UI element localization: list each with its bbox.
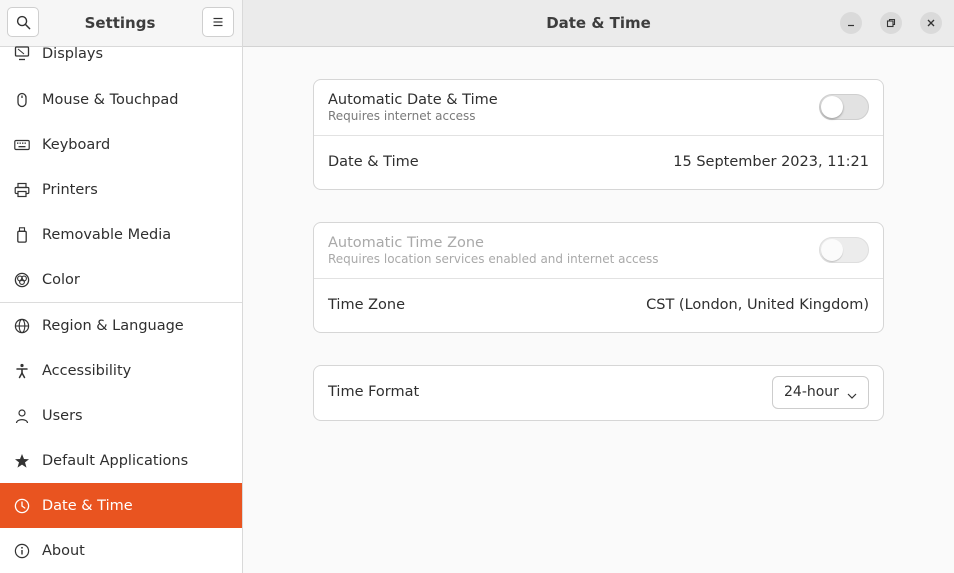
- automatic-date-time-row[interactable]: Automatic Date & Time Requires internet …: [314, 80, 883, 135]
- printer-icon: [14, 182, 30, 198]
- sidebar-item-default-applications[interactable]: Default Applications: [0, 438, 242, 483]
- clock-icon: [14, 498, 30, 514]
- globe-icon: [14, 318, 30, 334]
- sidebar-item-accessibility[interactable]: Accessibility: [0, 348, 242, 393]
- mouse-icon: [14, 92, 30, 108]
- date-time-card: Automatic Date & Time Requires internet …: [313, 79, 884, 190]
- sidebar-item-users[interactable]: Users: [0, 393, 242, 438]
- sidebar-item-label: Date & Time: [42, 497, 133, 514]
- automatic-time-zone-switch: [819, 237, 869, 263]
- sidebar-item-label: Keyboard: [42, 136, 111, 153]
- sidebar-item-label: About: [42, 542, 85, 559]
- switch-knob: [821, 96, 843, 118]
- sidebar-item-label: Accessibility: [42, 362, 132, 379]
- close-icon: [926, 18, 936, 28]
- sidebar-item-label: Displays: [42, 46, 104, 62]
- automatic-date-time-subtitle: Requires internet access: [328, 109, 476, 123]
- sidebar-item-region-language[interactable]: Region & Language: [0, 303, 242, 348]
- search-button[interactable]: [7, 7, 39, 37]
- sidebar-item-label: Region & Language: [42, 317, 184, 334]
- sidebar-item-mouse-touchpad[interactable]: Mouse & Touchpad: [0, 77, 242, 122]
- sidebar-item-displays[interactable]: Displays: [0, 40, 242, 70]
- time-format-row: Time Format 24-hour: [314, 366, 883, 420]
- sidebar-item-label: Mouse & Touchpad: [42, 91, 179, 108]
- restore-icon: [886, 18, 896, 28]
- date-time-value: 15 September 2023, 11:21: [673, 154, 869, 170]
- color-palette-icon: [14, 272, 30, 288]
- minimize-button[interactable]: [840, 12, 862, 34]
- automatic-date-time-title: Automatic Date & Time: [328, 92, 498, 108]
- sidebar-item-label: Removable Media: [42, 226, 172, 243]
- time-zone-label: Time Zone: [328, 297, 406, 313]
- sidebar-item-about[interactable]: About: [0, 528, 242, 573]
- star-icon: [14, 453, 30, 469]
- sidebar-item-label: Default Applications: [42, 452, 189, 469]
- sidebar-item-printers[interactable]: Printers: [0, 167, 242, 212]
- time-zone-row[interactable]: Time Zone CST (London, United Kingdom): [314, 278, 883, 334]
- automatic-time-zone-row: Automatic Time Zone Requires location se…: [314, 223, 883, 278]
- sidebar-item-color[interactable]: Color: [0, 257, 242, 302]
- sidebar-item-date-time[interactable]: Date & Time: [0, 483, 242, 528]
- usb-drive-icon: [14, 226, 30, 243]
- close-button[interactable]: [920, 12, 942, 34]
- user-icon: [14, 408, 30, 424]
- date-time-label: Date & Time: [328, 154, 419, 170]
- sidebar-item-label: Printers: [42, 181, 98, 198]
- display-icon: [14, 46, 30, 62]
- time-format-dropdown[interactable]: 24-hour: [772, 376, 869, 409]
- date-time-row[interactable]: Date & Time 15 September 2023, 11:21: [314, 135, 883, 191]
- hamburger-menu-icon: [212, 16, 224, 28]
- time-format-selected: 24-hour: [784, 384, 839, 400]
- time-format-label: Time Format: [328, 384, 420, 400]
- restore-button[interactable]: [880, 12, 902, 34]
- accessibility-icon: [14, 363, 30, 379]
- sidebar-item-keyboard[interactable]: Keyboard: [0, 122, 242, 167]
- sidebar: Settings Displays Mouse & Touchpad Keybo…: [0, 0, 243, 573]
- chevron-down-icon: [846, 387, 858, 399]
- automatic-time-zone-title: Automatic Time Zone: [328, 235, 484, 251]
- keyboard-icon: [14, 137, 30, 153]
- time-format-card: Time Format 24-hour: [313, 365, 884, 421]
- time-zone-value: CST (London, United Kingdom): [646, 297, 869, 313]
- switch-knob: [821, 239, 843, 261]
- sidebar-item-removable-media[interactable]: Removable Media: [0, 212, 242, 257]
- info-icon: [14, 543, 30, 559]
- minimize-icon: [846, 18, 856, 28]
- automatic-time-zone-subtitle: Requires location services enabled and i…: [328, 252, 659, 266]
- automatic-date-time-switch[interactable]: [819, 94, 869, 120]
- search-icon: [16, 15, 31, 30]
- main-menu-button[interactable]: [202, 7, 234, 37]
- sidebar-item-label: Users: [42, 407, 83, 424]
- settings-window: Settings Displays Mouse & Touchpad Keybo…: [0, 0, 954, 573]
- time-zone-card: Automatic Time Zone Requires location se…: [313, 222, 884, 333]
- header-bar: Date & Time: [243, 0, 954, 47]
- sidebar-item-label: Color: [42, 271, 80, 288]
